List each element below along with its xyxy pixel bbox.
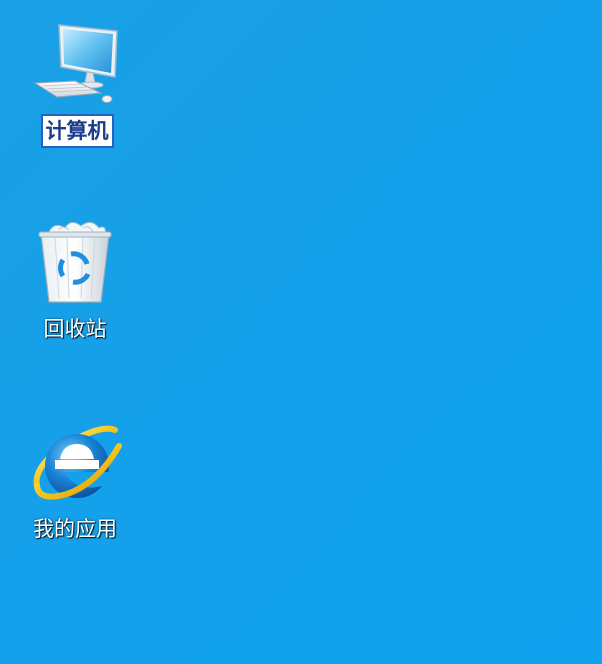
desktop-icon-recycle-bin[interactable]: 回收站	[20, 214, 130, 344]
internet-explorer-icon	[25, 414, 125, 510]
computer-icon	[27, 14, 127, 110]
desktop-icon-label: 回收站	[43, 317, 107, 341]
recycle-bin-icon	[25, 214, 125, 310]
desktop-icon-label: 我的应用	[33, 517, 117, 541]
desktop[interactable]: 计算机 回收站 我的应用	[0, 0, 602, 664]
desktop-icon-computer[interactable]: 计算机	[22, 14, 132, 148]
desktop-icon-label: 计算机	[40, 114, 114, 148]
desktop-icon-my-apps[interactable]: 我的应用	[20, 414, 130, 544]
